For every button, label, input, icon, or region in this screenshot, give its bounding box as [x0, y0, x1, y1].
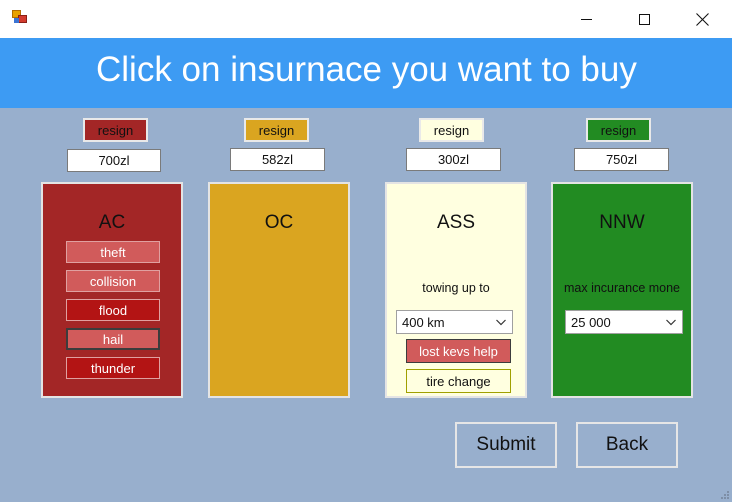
towing-distance-select[interactable]: 400 km	[396, 310, 513, 334]
minimize-button[interactable]	[557, 0, 615, 38]
ass-title: ASS	[436, 212, 476, 233]
chevron-down-icon	[666, 319, 676, 326]
header-banner: Click on insurnace you want to buy	[0, 38, 732, 108]
maximize-button[interactable]	[615, 0, 673, 38]
ac-option-collision[interactable]: collision	[66, 270, 160, 292]
max-insurance-label: max incurance mone	[563, 281, 681, 295]
submit-button[interactable]: Submit	[455, 422, 557, 468]
resize-grip-icon[interactable]	[720, 490, 730, 500]
ac-price-field: 700zl	[67, 149, 161, 172]
nnw-resign-button[interactable]: resign	[586, 118, 651, 142]
ac-option-theft[interactable]: theft	[66, 241, 160, 263]
ac-resign-button[interactable]: resign	[83, 118, 148, 142]
tire-change-button[interactable]: tire change	[406, 369, 511, 393]
chevron-down-icon	[496, 319, 506, 326]
ac-option-thunder[interactable]: thunder	[66, 357, 160, 379]
back-button[interactable]: Back	[576, 422, 678, 468]
title-bar	[0, 0, 732, 38]
app-icon	[12, 10, 28, 24]
oc-panel[interactable]: OC	[208, 182, 350, 398]
ass-price-field: 300zl	[406, 148, 501, 171]
max-insurance-value: 25 000	[571, 314, 611, 330]
towing-distance-value: 400 km	[402, 314, 445, 330]
oc-price-field: 582zl	[230, 148, 325, 171]
maximize-icon	[638, 13, 650, 25]
lost-keys-help-button[interactable]: lost kevs help	[406, 339, 511, 363]
ass-panel[interactable]: ASS towing up to 400 km lost kevs help t…	[385, 182, 527, 398]
nnw-price-field: 750zl	[574, 148, 669, 171]
nnw-title: NNW	[599, 212, 645, 233]
minimize-icon	[580, 18, 592, 20]
ac-title: AC	[98, 212, 126, 233]
nnw-panel[interactable]: NNW max incurance mone 25 000	[551, 182, 693, 398]
max-insurance-select[interactable]: 25 000	[565, 310, 683, 334]
towing-label: towing up to	[422, 281, 490, 295]
form-client-area: Click on insurnace you want to buy resig…	[0, 38, 732, 502]
oc-title: OC	[264, 212, 294, 233]
oc-resign-button[interactable]: resign	[244, 118, 309, 142]
ac-option-hail[interactable]: hail	[66, 328, 160, 350]
page-title: Click on insurnace you want to buy	[96, 50, 637, 89]
close-icon	[695, 12, 709, 26]
close-button[interactable]	[673, 0, 731, 38]
ac-option-flood[interactable]: flood	[66, 299, 160, 321]
ass-resign-button[interactable]: resign	[419, 118, 484, 142]
ac-panel[interactable]: AC theft collision flood hail thunder	[41, 182, 183, 398]
